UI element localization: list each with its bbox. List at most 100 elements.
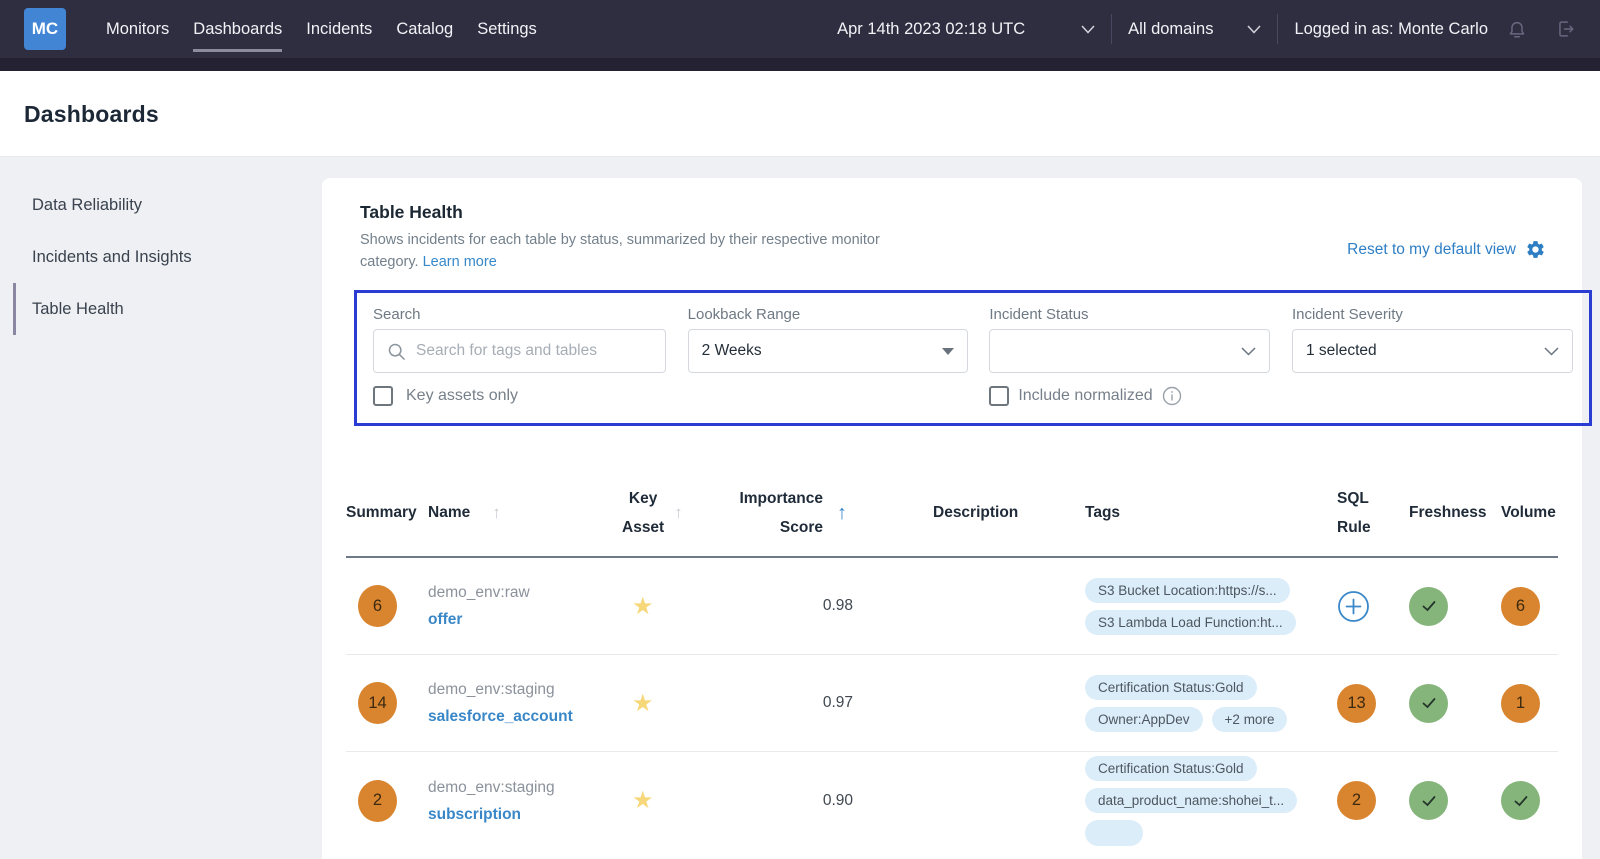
col-name[interactable]: Name ↑	[428, 503, 598, 523]
gear-icon[interactable]	[1525, 239, 1546, 260]
incident-severity-value: 1 selected	[1306, 342, 1544, 360]
tag-pill[interactable]: data_product_name:shohei_t...	[1085, 788, 1297, 813]
volume-incident-count[interactable]: 6	[1501, 587, 1540, 626]
sidebar-item-incidents-insights[interactable]: Incidents and Insights	[13, 231, 322, 283]
col-importance-score[interactable]: Importance Score ↑	[680, 484, 865, 542]
sidebar-item-data-reliability[interactable]: Data Reliability	[13, 179, 322, 231]
sort-asc-active-icon[interactable]: ↑	[837, 502, 847, 525]
top-nav: MC Monitors Dashboards Incidents Catalog…	[0, 0, 1600, 71]
dashboards-sidebar: Data Reliability Incidents and Insights …	[0, 157, 322, 859]
sidebar-item-table-health[interactable]: Table Health	[13, 283, 322, 335]
volume-ok-icon[interactable]	[1501, 781, 1540, 820]
volume-incident-count[interactable]: 1	[1501, 684, 1540, 723]
summary-badge[interactable]: 2	[358, 780, 397, 822]
chevron-down-icon	[1544, 347, 1559, 356]
key-asset-star-icon[interactable]: ★	[632, 690, 654, 717]
tag-pill[interactable]: Certification Status:Gold	[1085, 675, 1257, 700]
table-name-link[interactable]: offer	[428, 611, 462, 628]
panel-description: Shows incidents for each table by status…	[360, 230, 935, 273]
learn-more-link[interactable]: Learn more	[423, 254, 497, 270]
app-logo[interactable]: MC	[24, 8, 66, 50]
tag-pill[interactable]: Owner:AppDev	[1085, 707, 1203, 732]
info-icon[interactable]	[1162, 386, 1182, 406]
importance-score-value: 0.98	[680, 597, 865, 615]
table-health-table: Summary Name ↑ Key Asset ↑ Importance Sc…	[346, 470, 1558, 849]
sql-rule-incident-count[interactable]: 2	[1337, 781, 1376, 820]
col-volume: Volume	[1501, 504, 1563, 522]
search-field[interactable]	[373, 329, 666, 373]
panel-title: Table Health	[360, 202, 935, 223]
table-row: 2 demo_env:staging subscription ★ 0.90 C…	[346, 752, 1558, 849]
freshness-ok-icon[interactable]	[1409, 587, 1448, 626]
include-normalized-checkbox[interactable]: Include normalized	[989, 386, 1270, 406]
lookback-range-label: Lookback Range	[688, 306, 968, 323]
domain-value: All domains	[1128, 20, 1213, 39]
freshness-ok-icon[interactable]	[1409, 781, 1448, 820]
col-description: Description	[865, 504, 1085, 522]
key-asset-star-icon[interactable]: ★	[632, 787, 654, 814]
nav-item-settings[interactable]: Settings	[477, 20, 537, 39]
key-assets-only-label: Key assets only	[406, 387, 518, 405]
tags-cell: Certification Status:Gold Owner:AppDev +…	[1085, 675, 1337, 732]
table-schema: demo_env:staging	[428, 676, 598, 703]
summary-badge[interactable]: 14	[358, 682, 397, 724]
sql-rule-incident-count[interactable]: 13	[1337, 684, 1376, 723]
key-assets-only-checkbox[interactable]: Key assets only	[373, 386, 666, 406]
summary-badge[interactable]: 6	[358, 585, 397, 627]
key-asset-star-icon[interactable]: ★	[632, 593, 654, 620]
incident-status-select[interactable]	[989, 329, 1270, 373]
tag-pill[interactable]: S3 Bucket Location:https://s...	[1085, 578, 1290, 603]
logged-in-user: Logged in as: Monte Carlo	[1294, 20, 1488, 39]
sort-asc-icon[interactable]: ↑	[492, 503, 501, 523]
freshness-ok-icon[interactable]	[1409, 684, 1448, 723]
nav-item-monitors[interactable]: Monitors	[106, 20, 169, 39]
domain-selector[interactable]: All domains	[1128, 20, 1261, 39]
add-sql-rule-icon[interactable]	[1337, 590, 1409, 623]
filter-panel: Search Lookback Range 2 Weeks	[354, 290, 1592, 426]
nav-item-dashboards[interactable]: Dashboards	[193, 20, 282, 39]
chevron-down-icon	[1081, 25, 1095, 34]
search-input[interactable]	[416, 342, 646, 360]
nav-item-incidents[interactable]: Incidents	[306, 20, 372, 39]
nav-bottom-strip	[0, 58, 1600, 71]
search-label: Search	[373, 306, 666, 323]
notifications-bell-icon[interactable]	[1506, 17, 1528, 41]
tag-pill-partial[interactable]	[1085, 820, 1143, 846]
nav-divider	[1277, 14, 1278, 44]
table-schema: demo_env:raw	[428, 579, 598, 606]
checkbox-icon[interactable]	[373, 386, 393, 406]
reset-default-view[interactable]: Reset to my default view	[1347, 226, 1546, 273]
tag-pill[interactable]: Certification Status:Gold	[1085, 756, 1257, 781]
table-name-link[interactable]: subscription	[428, 806, 521, 823]
tag-more-pill[interactable]: +2 more	[1212, 707, 1288, 732]
checkbox-icon[interactable]	[989, 386, 1009, 406]
table-row: 6 demo_env:raw offer ★ 0.98 S3 Bucket Lo…	[346, 558, 1558, 655]
page-header: Dashboards	[0, 71, 1600, 157]
importance-score-value: 0.97	[680, 694, 865, 712]
col-sql-rule: SQL Rule	[1337, 484, 1409, 542]
chevron-down-icon	[1247, 25, 1261, 34]
search-icon	[387, 342, 406, 361]
incident-status-label: Incident Status	[989, 306, 1270, 323]
col-summary: Summary	[346, 504, 428, 522]
table-name-link[interactable]: salesforce_account	[428, 708, 573, 725]
include-normalized-label: Include normalized	[1018, 387, 1152, 405]
caret-down-icon	[942, 348, 954, 355]
lookback-range-select[interactable]: 2 Weeks	[688, 329, 968, 373]
logout-icon[interactable]	[1554, 17, 1576, 41]
tag-pill[interactable]: S3 Lambda Load Function:ht...	[1085, 610, 1296, 635]
lookback-range-value: 2 Weeks	[702, 342, 942, 360]
table-row: 14 demo_env:staging salesforce_account ★…	[346, 655, 1558, 752]
tags-cell: Certification Status:Gold data_product_n…	[1085, 756, 1337, 846]
tags-cell: S3 Bucket Location:https://s... S3 Lambd…	[1085, 578, 1337, 635]
chevron-down-icon	[1241, 347, 1256, 356]
nav-item-catalog[interactable]: Catalog	[396, 20, 453, 39]
table-health-panel: Table Health Shows incidents for each ta…	[322, 178, 1582, 859]
reset-default-view-label[interactable]: Reset to my default view	[1347, 241, 1516, 259]
table-schema: demo_env:staging	[428, 774, 598, 801]
col-key-asset[interactable]: Key Asset ↑	[598, 484, 680, 542]
datetime-selector[interactable]: Apr 14th 2023 02:18 UTC	[837, 20, 1095, 39]
col-tags: Tags	[1085, 504, 1337, 522]
importance-score-value: 0.90	[680, 792, 865, 810]
incident-severity-select[interactable]: 1 selected	[1292, 329, 1573, 373]
